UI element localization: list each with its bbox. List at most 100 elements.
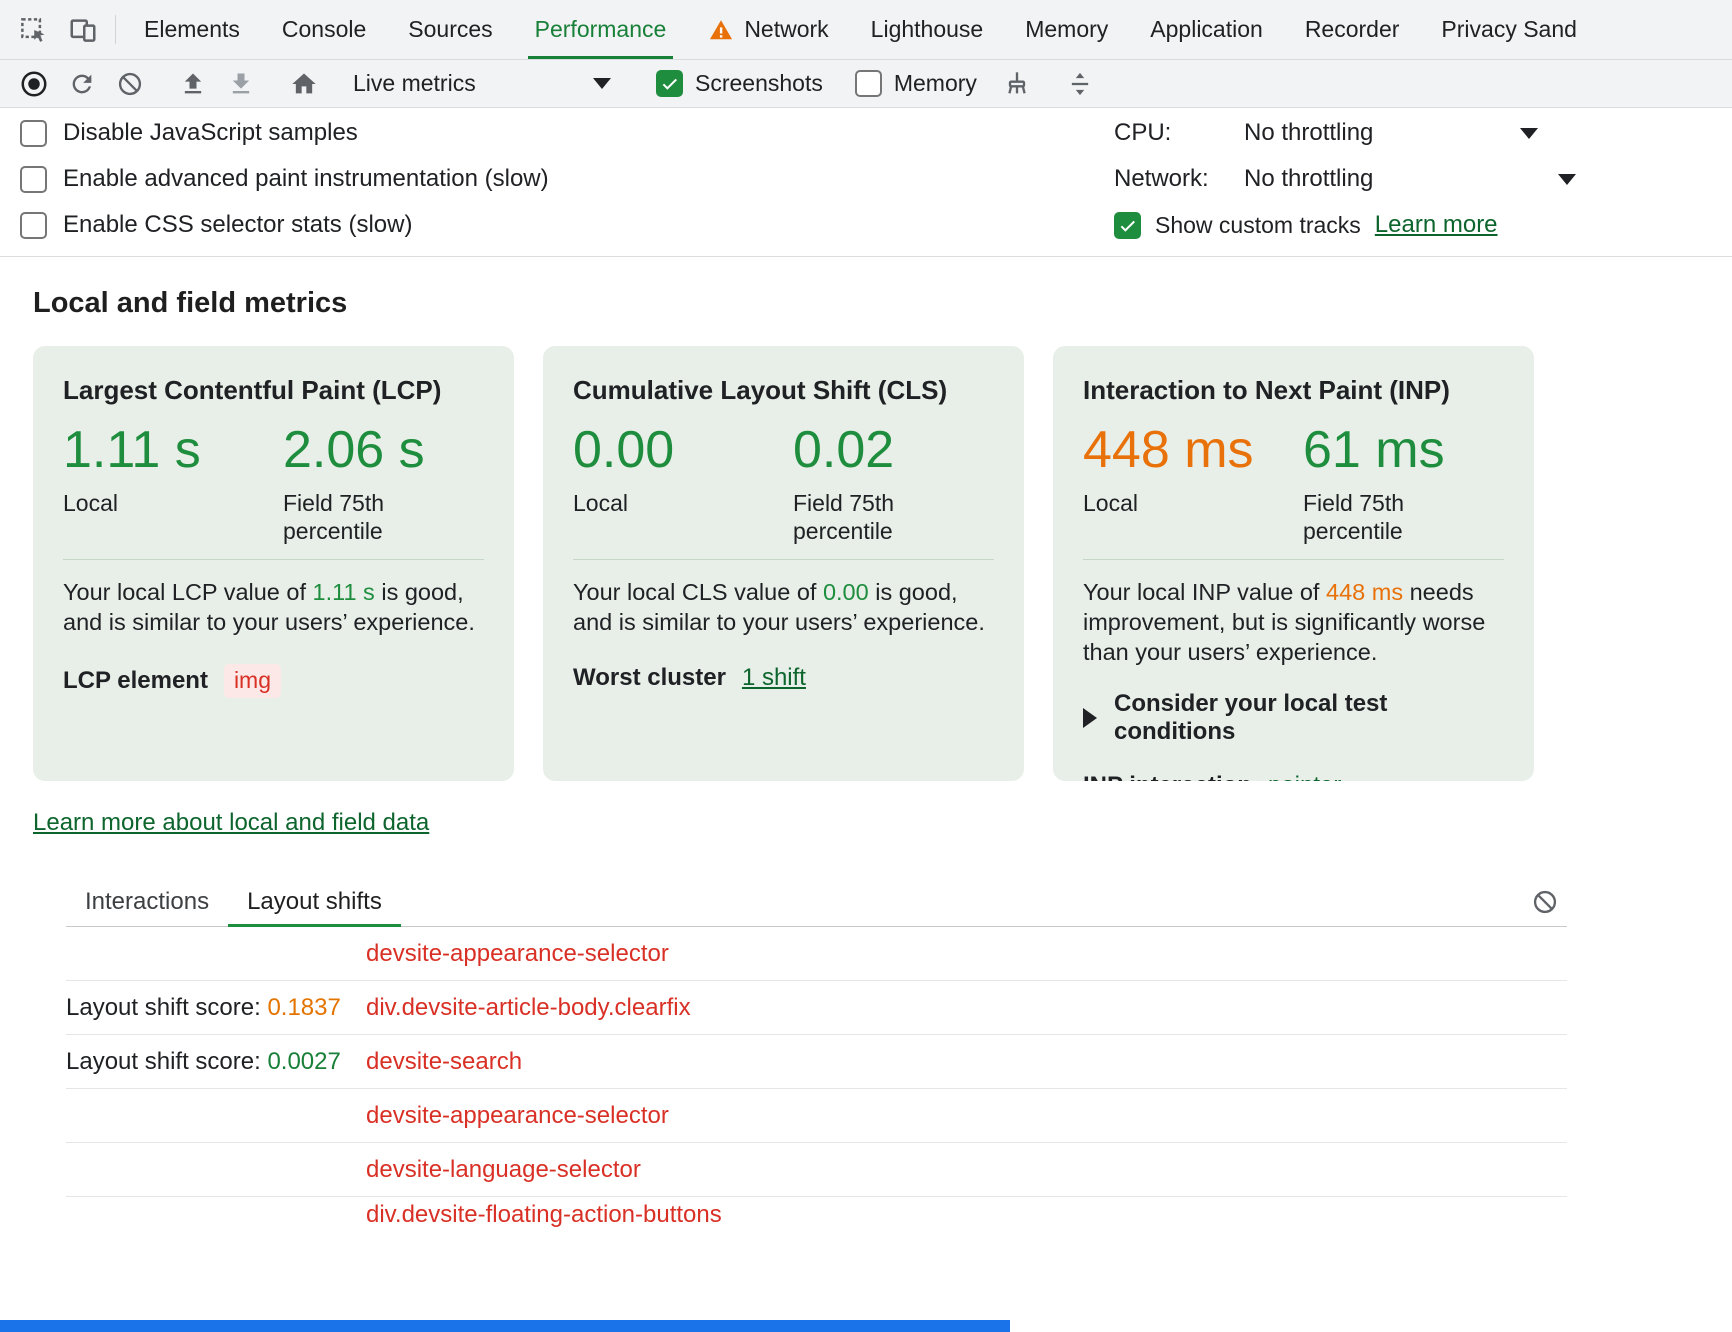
warning-icon	[708, 17, 734, 43]
memory-checkbox-group[interactable]: Memory	[855, 70, 977, 97]
clear-log-button[interactable]	[1527, 885, 1563, 919]
save-profile-button[interactable]	[217, 64, 265, 104]
home-icon	[290, 70, 318, 98]
divider	[115, 15, 116, 44]
css-selector-stats-checkbox[interactable]	[20, 212, 47, 239]
learn-more-field-data-link[interactable]: Learn more about local and field data	[33, 809, 429, 837]
memory-checkbox[interactable]	[855, 70, 882, 97]
layout-shift-row[interactable]: Layout shift score: 0.1837 div.devsite-a…	[66, 981, 1567, 1035]
disable-js-samples-checkbox[interactable]	[20, 120, 47, 147]
clear-button[interactable]	[106, 64, 154, 104]
tab-lighthouse[interactable]: Lighthouse	[850, 0, 1005, 59]
tab-label: Network	[744, 16, 828, 43]
tab-elements[interactable]: Elements	[123, 0, 261, 59]
divider	[573, 559, 994, 560]
setting-label: Disable JavaScript samples	[63, 119, 358, 147]
inp-description: Your local INP value of 448 ms needs imp…	[1083, 578, 1504, 668]
cpu-label: CPU:	[1114, 119, 1234, 147]
cls-card-title: Cumulative Layout Shift (CLS)	[573, 374, 994, 407]
element-link[interactable]: div.devsite-article-body.clearfix	[366, 994, 691, 1022]
inp-values: 448 ms Local 61 ms Field 75th percentile	[1083, 423, 1504, 546]
worst-cluster-label: Worst cluster	[573, 664, 726, 692]
collapse-button[interactable]	[1056, 64, 1104, 104]
tab-sources[interactable]: Sources	[387, 0, 513, 59]
description-value: 0.00	[823, 579, 869, 605]
tab-label: Performance	[535, 16, 667, 43]
custom-tracks-checkbox[interactable]	[1114, 212, 1141, 239]
lcp-field-value: 2.06 s	[283, 423, 484, 478]
screenshots-checkbox-label: Screenshots	[695, 70, 823, 97]
tab-label: Interactions	[85, 888, 209, 916]
tab-console[interactable]: Console	[261, 0, 387, 59]
tab-memory[interactable]: Memory	[1004, 0, 1129, 59]
layout-shift-row[interactable]: Layout shift score: 0.0027 devsite-searc…	[66, 1035, 1567, 1089]
chevron-down-icon[interactable]	[1558, 174, 1576, 185]
record-and-reload-button[interactable]	[58, 64, 106, 104]
screenshots-checkbox[interactable]	[656, 70, 683, 97]
upload-icon	[179, 70, 207, 98]
score-value: 0.0027	[267, 1048, 340, 1075]
reload-icon	[68, 70, 96, 98]
description-text: Your local CLS value of	[573, 579, 823, 605]
tab-privacy-sandbox[interactable]: Privacy Sand	[1420, 0, 1598, 59]
record-icon	[19, 69, 49, 99]
expand-triangle-icon	[1083, 708, 1097, 728]
worst-cluster-link[interactable]: 1 shift	[742, 664, 806, 692]
memory-checkbox-label: Memory	[894, 70, 977, 97]
record-button[interactable]	[10, 64, 58, 104]
capture-settings: Disable JavaScript samples Enable advanc…	[0, 108, 1732, 257]
custom-tracks-label: Show custom tracks	[1155, 212, 1361, 239]
inp-local-value: 448 ms	[1083, 423, 1303, 478]
tab-performance[interactable]: Performance	[514, 0, 688, 59]
tab-label: Privacy Sand	[1441, 16, 1577, 43]
element-link[interactable]: devsite-appearance-selector	[366, 940, 669, 968]
lcp-element-badge[interactable]: img	[224, 664, 281, 698]
chevron-down-icon[interactable]	[1520, 128, 1538, 139]
local-test-conditions-expander[interactable]: Consider your local test conditions	[1083, 690, 1504, 746]
cls-description: Your local CLS value of 0.00 is good, an…	[573, 578, 994, 638]
learn-more-link[interactable]: Learn more	[1375, 211, 1498, 239]
tab-network[interactable]: Network	[687, 0, 849, 59]
tab-layout-shifts[interactable]: Layout shifts	[228, 877, 401, 926]
inp-card-title: Interaction to Next Paint (INP)	[1083, 374, 1504, 407]
live-metrics-home-button[interactable]	[280, 64, 328, 104]
network-label: Network:	[1114, 165, 1234, 193]
tab-application[interactable]: Application	[1129, 0, 1284, 59]
tab-interactions[interactable]: Interactions	[66, 877, 228, 926]
collapse-icon	[1066, 70, 1094, 98]
network-throttling-row: Network: No throttling	[1114, 156, 1574, 202]
element-link[interactable]: devsite-language-selector	[366, 1156, 641, 1184]
download-icon	[227, 70, 255, 98]
layout-shift-row[interactable]: devsite-language-selector	[66, 1143, 1567, 1197]
lcp-footer: LCP element img	[63, 664, 484, 698]
lcp-card-title: Largest Contentful Paint (LCP)	[63, 374, 484, 407]
live-metrics-view: Local and field metrics Largest Contentf…	[0, 287, 1732, 1227]
inp-interaction-link[interactable]: pointer	[1268, 772, 1341, 781]
advanced-paint-checkbox[interactable]	[20, 166, 47, 193]
inspect-element-button[interactable]	[8, 0, 58, 59]
layout-shift-row[interactable]: devsite-appearance-selector	[66, 1089, 1567, 1143]
element-link[interactable]: devsite-search	[366, 1048, 522, 1076]
load-profile-button[interactable]	[169, 64, 217, 104]
lcp-element-label: LCP element	[63, 667, 208, 695]
cpu-throttling-select[interactable]: No throttling	[1244, 119, 1373, 147]
history-dropdown[interactable]: Live metrics	[343, 64, 625, 104]
device-toolbar-button[interactable]	[58, 0, 108, 59]
custom-tracks-checkbox-group[interactable]: Show custom tracks	[1114, 212, 1361, 239]
score-label: Layout shift score:	[66, 1048, 267, 1075]
network-throttling-select[interactable]: No throttling	[1244, 165, 1373, 193]
device-toolbar-icon	[68, 15, 98, 45]
element-link[interactable]: div.devsite-floating-action-buttons	[366, 1201, 722, 1227]
screenshots-checkbox-group[interactable]: Screenshots	[656, 70, 823, 97]
layout-shift-row[interactable]: div.devsite-floating-action-buttons	[66, 1197, 1567, 1227]
element-link[interactable]: devsite-appearance-selector	[366, 1102, 669, 1130]
cls-card: Cumulative Layout Shift (CLS) 0.00 Local…	[543, 346, 1024, 781]
devtools-tabbar: Elements Console Sources Performance Net…	[0, 0, 1732, 60]
layout-shift-row[interactable]: devsite-appearance-selector	[66, 927, 1567, 981]
tab-recorder[interactable]: Recorder	[1284, 0, 1421, 59]
tab-label: Layout shifts	[247, 888, 382, 916]
description-text: Your local LCP value of	[63, 579, 313, 605]
inp-local-label: Local	[1083, 489, 1228, 517]
description-text: Your local INP value of	[1083, 579, 1326, 605]
garbage-collect-button[interactable]	[993, 64, 1041, 104]
